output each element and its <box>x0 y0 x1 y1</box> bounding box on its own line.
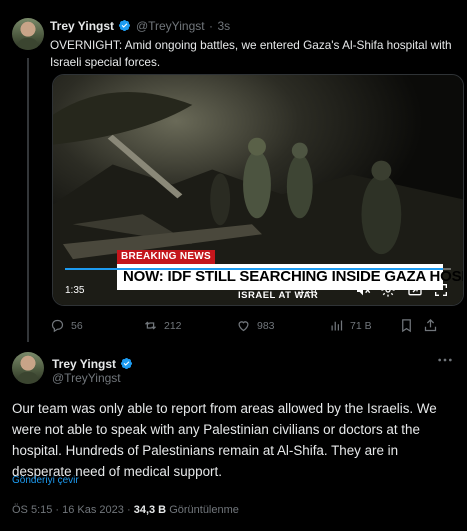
author-handle[interactable]: @TreyYingst <box>136 19 205 33</box>
time-ago[interactable]: 3s <box>218 19 231 33</box>
picture-in-picture-icon[interactable] <box>407 282 423 298</box>
like-icon <box>238 321 249 332</box>
thread-connector-line <box>27 58 29 342</box>
repost-icon <box>145 321 156 330</box>
video-progress-fill <box>65 268 444 270</box>
author-handle[interactable]: @TreyYingst <box>52 371 121 385</box>
translate-link[interactable]: Gönderiyi çevir <box>12 475 79 486</box>
video-progress-bar[interactable] <box>65 268 451 270</box>
volume-icon[interactable] <box>355 282 371 298</box>
views-icon <box>331 320 343 331</box>
share-button[interactable] <box>423 318 438 333</box>
tweet-meta: ÖS 5:15 · 16 Kas 2023 · 34,3 B Görüntüle… <box>12 504 239 516</box>
separator-dot: · <box>209 19 214 33</box>
tweet-timestamp[interactable]: ÖS 5:15 · 16 Kas 2023 · <box>12 504 131 516</box>
reply-icon <box>51 319 64 333</box>
video-elapsed-time: 1:35 <box>65 285 85 296</box>
tweet-text: Our team was only able to report from ar… <box>12 401 437 479</box>
views-label: Görüntülenme <box>169 504 239 516</box>
author-avatar[interactable] <box>12 352 44 384</box>
verified-badge-icon <box>119 19 131 32</box>
settings-icon[interactable] <box>380 282 396 298</box>
breaking-news-label: BREAKING NEWS <box>117 250 215 264</box>
video-player[interactable]: BREAKING NEWS NOW: IDF STILL SEARCHING I… <box>52 74 464 306</box>
views-button[interactable]: 71 B <box>329 318 372 333</box>
video-duration: 1:37 <box>299 285 319 296</box>
reply-button[interactable]: 56 <box>50 318 83 333</box>
tweet-text: OVERNIGHT: Amid ongoing battles, we ente… <box>50 38 452 69</box>
bookmark-icon <box>402 319 411 333</box>
views-count: 71 B <box>350 319 372 332</box>
repost-count: 212 <box>164 319 182 332</box>
share-icon <box>424 318 437 332</box>
author-name[interactable]: Trey Yingst <box>50 19 114 33</box>
tweet-header: Trey Yingst @TreyYingst · 3s <box>50 17 230 35</box>
tweet-actions: 56 212 983 71 B <box>50 318 445 336</box>
like-count: 983 <box>257 319 275 332</box>
like-button[interactable]: 983 <box>236 318 275 333</box>
fullscreen-icon[interactable] <box>433 282 449 298</box>
author-name[interactable]: Trey Yingst <box>52 357 116 371</box>
bookmark-button[interactable] <box>399 318 414 333</box>
verified-badge-icon <box>121 357 133 370</box>
author-avatar[interactable] <box>12 18 44 50</box>
more-icon[interactable] <box>437 354 453 366</box>
reply-count: 56 <box>71 319 83 332</box>
repost-button[interactable]: 212 <box>143 318 182 333</box>
views-total: 34,3 B <box>133 504 167 516</box>
